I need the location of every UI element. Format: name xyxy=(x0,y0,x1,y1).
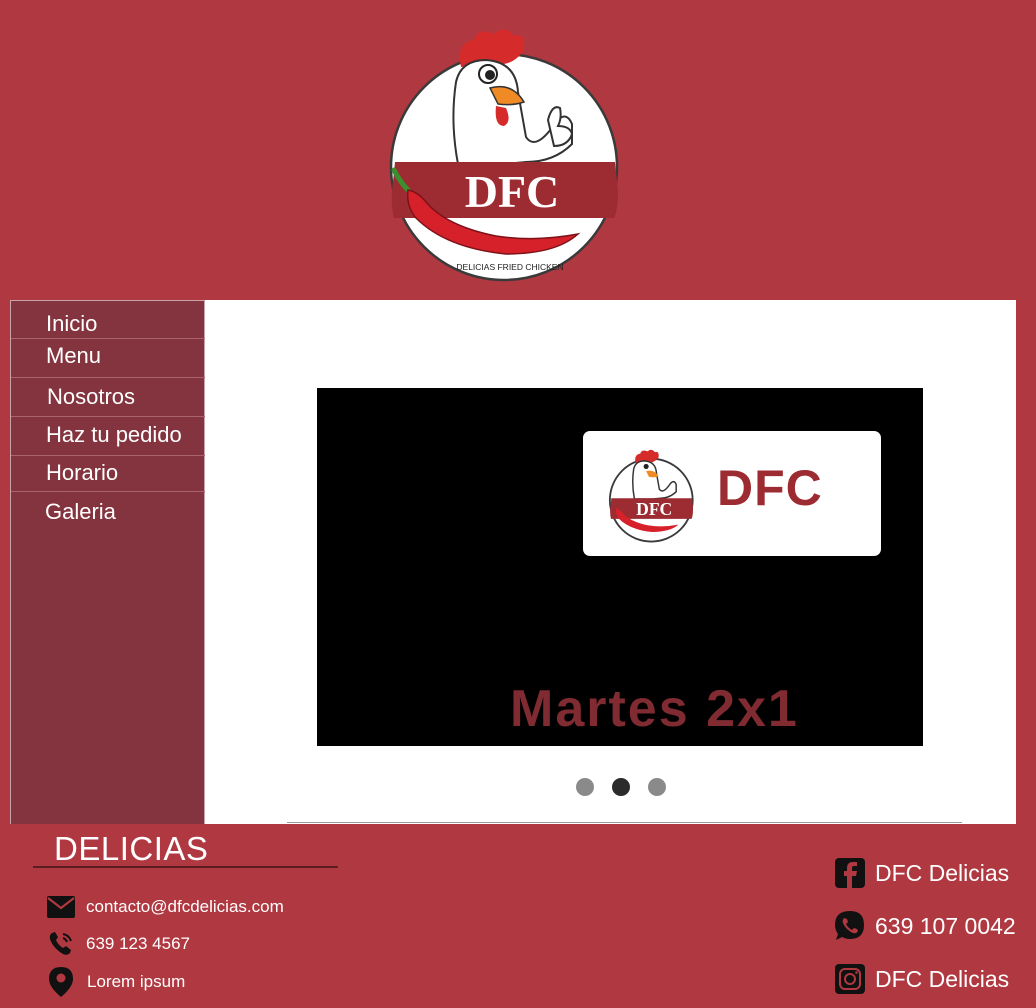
carousel-slide[interactable]: DFC DFC Martes 2x1 xyxy=(317,388,923,746)
footer-divider xyxy=(33,866,338,868)
nav-item-inicio[interactable]: Inicio xyxy=(11,301,205,339)
sidebar-nav: Inicio Menu Nosotros Haz tu pedido Horar… xyxy=(10,300,205,824)
nav-item-label: Inicio xyxy=(46,311,98,336)
nav-item-label: Galeria xyxy=(45,499,116,524)
nav-item-haz-tu-pedido[interactable]: Haz tu pedido xyxy=(11,417,205,456)
logo-tagline: DELICIAS FRIED CHICKEN xyxy=(456,262,563,272)
slide-brand-text: DFC xyxy=(717,460,823,516)
nav-item-menu[interactable]: Menu xyxy=(11,339,205,378)
brand-logo[interactable]: DFC DELICIAS FRIED CHICKEN xyxy=(386,22,626,284)
main-panel: Inicio Menu Nosotros Haz tu pedido Horar… xyxy=(10,300,1016,824)
divider xyxy=(287,822,962,823)
nav-item-label: Horario xyxy=(46,460,119,485)
phone-icon xyxy=(46,929,76,959)
nav-item-label: Nosotros xyxy=(47,384,136,409)
envelope-icon xyxy=(46,892,76,922)
nav-item-label: Haz tu pedido xyxy=(46,422,182,447)
chicken-logo-icon: DFC xyxy=(608,449,694,543)
instagram-icon xyxy=(834,963,866,995)
slide-logo-card: DFC DFC xyxy=(583,431,881,556)
contact-email[interactable]: contacto@dfcdelicias.com xyxy=(46,892,284,922)
nav-item-galeria[interactable]: Galeria xyxy=(11,492,205,528)
contact-phone[interactable]: 639 123 4567 xyxy=(46,929,190,959)
carousel-dot-3[interactable] xyxy=(648,778,666,796)
phone-text: 639 123 4567 xyxy=(86,934,190,953)
logo-brand-text: DFC xyxy=(465,166,560,217)
facebook-text: DFC Delicias xyxy=(875,859,1010,886)
slide-promo-text: Martes 2x1 xyxy=(510,680,799,738)
nav-item-nosotros[interactable]: Nosotros xyxy=(11,378,205,417)
carousel-dot-2[interactable] xyxy=(612,778,630,796)
whatsapp-icon xyxy=(834,910,866,942)
nav-item-label: Menu xyxy=(46,343,102,368)
address-text: Lorem ipsum xyxy=(87,972,186,991)
location-pin-icon xyxy=(46,967,76,997)
carousel-indicators xyxy=(576,778,676,798)
nav-item-horario[interactable]: Horario xyxy=(11,456,205,492)
social-instagram[interactable]: DFC Delicias xyxy=(834,962,1009,996)
social-whatsapp[interactable]: 639 107 0042 xyxy=(834,909,1016,943)
mini-logo-brand-text: DFC xyxy=(636,499,672,519)
contact-address[interactable]: Lorem ipsum xyxy=(46,967,185,997)
social-facebook[interactable]: DFC Delicias xyxy=(834,856,1009,890)
instagram-text: DFC Delicias xyxy=(875,965,1010,992)
chicken-logo-icon: DFC DELICIAS FRIED CHICKEN xyxy=(389,29,619,282)
footer-title: DELICIAS xyxy=(54,830,209,867)
facebook-icon xyxy=(834,857,866,889)
carousel-dot-1[interactable] xyxy=(576,778,594,796)
whatsapp-text: 639 107 0042 xyxy=(875,912,1016,939)
email-text: contacto@dfcdelicias.com xyxy=(86,897,284,916)
